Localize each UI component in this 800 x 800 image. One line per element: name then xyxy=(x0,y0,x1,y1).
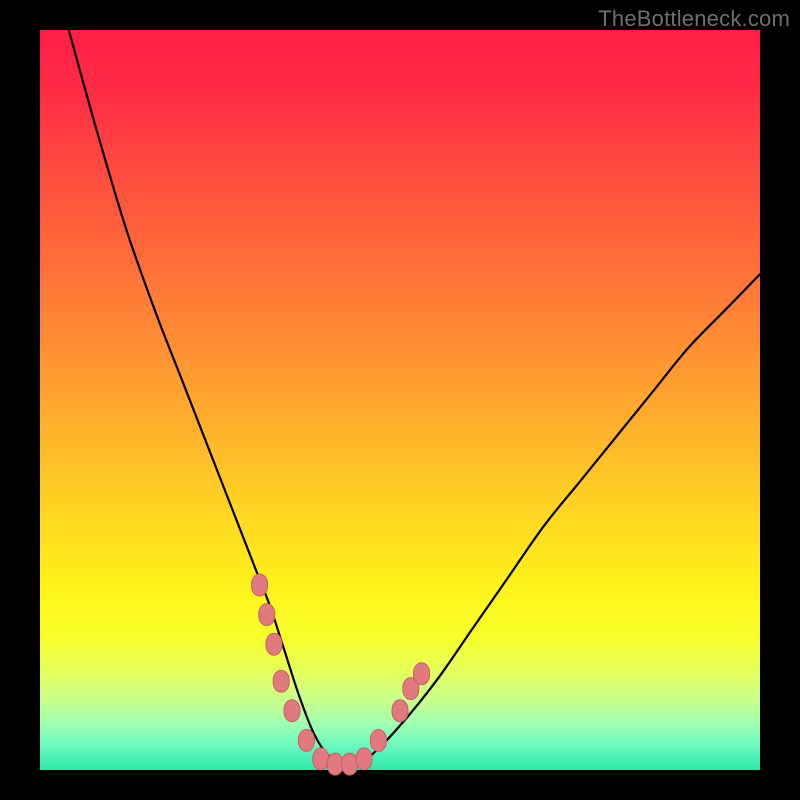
curve-marker xyxy=(342,753,358,775)
curve-marker xyxy=(259,604,275,626)
curve-marker xyxy=(252,574,268,596)
curve-marker xyxy=(356,748,372,770)
bottleneck-curve xyxy=(69,30,760,764)
curve-marker xyxy=(266,633,282,655)
curve-marker xyxy=(298,729,314,751)
curve-marker xyxy=(327,753,343,775)
chart-frame: TheBottleneck.com xyxy=(0,0,800,800)
plot-area xyxy=(40,30,760,770)
watermark-text: TheBottleneck.com xyxy=(598,6,790,32)
chart-svg xyxy=(40,30,760,770)
marker-layer xyxy=(252,574,430,775)
curve-marker xyxy=(414,663,430,685)
curve-marker xyxy=(273,670,289,692)
curve-marker xyxy=(370,729,386,751)
curve-marker xyxy=(313,748,329,770)
curve-marker xyxy=(284,700,300,722)
curve-marker xyxy=(392,700,408,722)
